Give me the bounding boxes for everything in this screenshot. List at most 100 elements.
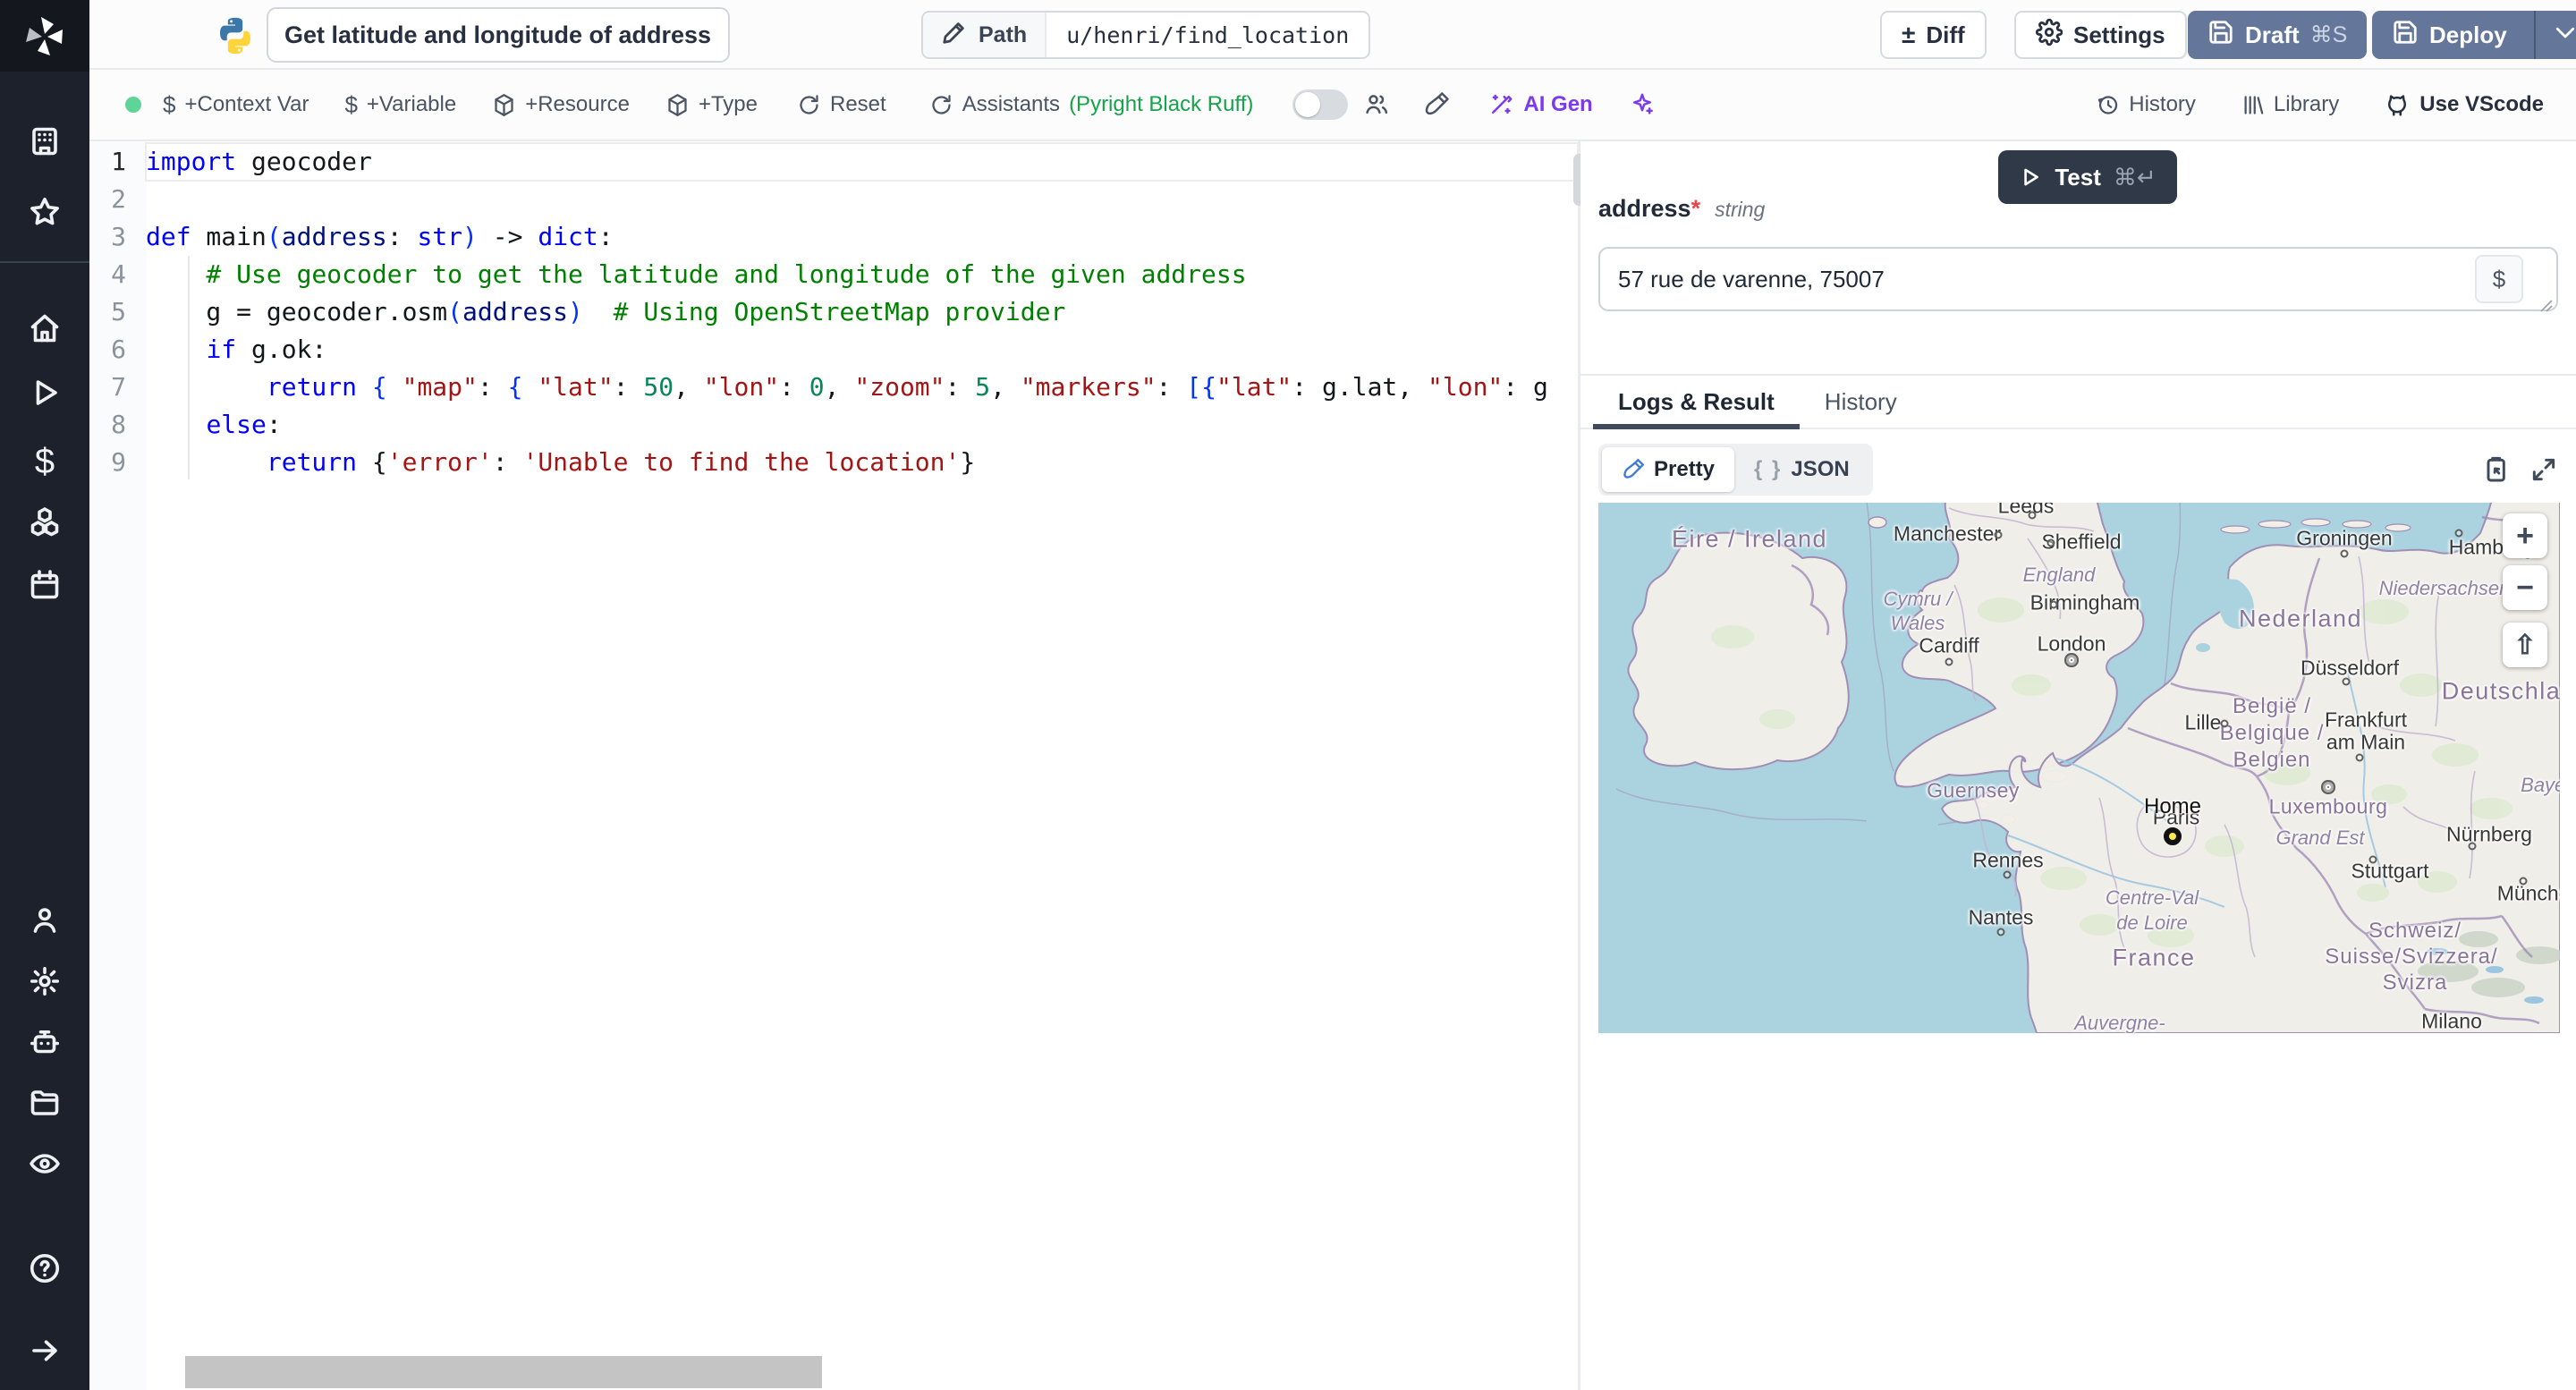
- path-edit-section[interactable]: Path: [923, 13, 1047, 57]
- multiplayer-toggle[interactable]: [1292, 89, 1349, 120]
- map-labels: Éire / Ireland Manchester Leeds Sheffield En…: [1598, 503, 2560, 1033]
- home-icon[interactable]: [0, 312, 89, 344]
- map-label: Niedersachsen: [2378, 577, 2511, 599]
- refresh-icon: [800, 94, 818, 114]
- copy-clipboard-icon[interactable]: [2481, 455, 2510, 484]
- map-marker[interactable]: [2164, 827, 2182, 845]
- refresh-icon: [932, 94, 951, 114]
- settings-button[interactable]: Settings: [2014, 11, 2187, 59]
- gear-icon: [2035, 18, 2063, 52]
- library-button[interactable]: Library: [2241, 92, 2339, 117]
- map-city-dot: [2003, 870, 2012, 879]
- path-label: Path: [979, 21, 1028, 47]
- code-line[interactable]: 7 return { "map": { "lat": 50, "lon": 0,…: [89, 369, 1578, 406]
- map-zoom-in-button[interactable]: +: [2503, 513, 2547, 558]
- argument-type: string: [1715, 198, 1766, 221]
- deploy-dropdown-button[interactable]: [2533, 11, 2576, 59]
- summary-input[interactable]: Get latitude and longitude of address: [267, 7, 730, 63]
- code-line[interactable]: 2: [89, 181, 1578, 218]
- insert-variable-button[interactable]: $: [2475, 255, 2523, 303]
- draft-button[interactable]: Draft ⌘S: [2188, 11, 2368, 59]
- map-label: Stuttgart: [2351, 859, 2429, 883]
- editor-code-lines[interactable]: 1 import geocoder 2 3 def main(address: str)…: [89, 142, 1578, 481]
- map-label: Belgien: [2233, 748, 2311, 772]
- help-question-icon[interactable]: [0, 1252, 89, 1284]
- favorites-star-icon[interactable]: [0, 196, 89, 228]
- plus-minus-icon: ±: [1902, 21, 1916, 48]
- users-person-icon[interactable]: [0, 904, 89, 937]
- argument-name: address: [1598, 195, 1691, 222]
- map-label: Nantes: [1968, 905, 2034, 929]
- history-button[interactable]: History: [2096, 92, 2196, 117]
- multiplayer-users-icon[interactable]: [1362, 91, 1389, 118]
- map-locate-button[interactable]: ⇧: [2503, 623, 2547, 667]
- folders-folder-icon[interactable]: [0, 1087, 89, 1119]
- resources-cubes-icon[interactable]: [0, 506, 89, 538]
- result-map[interactable]: Éire / Ireland Manchester Leeds Sheffield En…: [1598, 503, 2560, 1033]
- map-label: Frankfurt: [2324, 708, 2408, 732]
- map-label: Cymru /: [1883, 588, 1953, 610]
- code-line[interactable]: 4 # Use geocoder to get the latitude and…: [89, 256, 1578, 293]
- ai-gen-button[interactable]: AI Gen: [1487, 91, 1593, 118]
- schedules-calendar-icon[interactable]: [0, 569, 89, 601]
- tab-logs-result[interactable]: Logs & Result: [1593, 376, 1800, 429]
- map-city-dot: [2340, 549, 2349, 558]
- settings-gear-icon[interactable]: [0, 965, 89, 997]
- workers-robot-icon[interactable]: [0, 1026, 89, 1058]
- use-vscode-button[interactable]: Use VScode: [2384, 91, 2544, 118]
- code-line[interactable]: 5 g = geocoder.osm(address) # Using Open…: [89, 293, 1578, 331]
- collapse-arrow-icon[interactable]: [0, 1335, 89, 1367]
- add-variable-button[interactable]: $ +Variable: [344, 91, 456, 119]
- expand-fullscreen-icon[interactable]: [2529, 455, 2558, 484]
- package-icon: [668, 93, 687, 116]
- brush-icon: [1623, 458, 1645, 479]
- map-city-dot: [2049, 600, 2058, 609]
- code-line[interactable]: 6 if g.ok:: [89, 331, 1578, 369]
- code-line[interactable]: 9 return {'error': 'Unable to find the l…: [89, 444, 1578, 481]
- path-widget[interactable]: Path u/henri/find_location: [921, 11, 1371, 59]
- add-resource-button[interactable]: +Resource: [492, 92, 630, 117]
- save-icon: [2207, 19, 2234, 52]
- clock-history-icon: [2098, 95, 2118, 114]
- map-zoom-out-button[interactable]: −: [2503, 565, 2547, 610]
- audit-eye-icon[interactable]: [0, 1148, 89, 1180]
- resize-handle-icon[interactable]: [2539, 299, 2554, 313]
- assistants-button[interactable]: Assistants (Pyright Black Ruff): [929, 92, 1253, 117]
- test-button[interactable]: Test ⌘↵: [1998, 150, 2177, 204]
- add-context-var-button[interactable]: $ +Context Var: [163, 91, 309, 119]
- format-brush-icon[interactable]: [1423, 91, 1450, 118]
- test-shortcut: ⌘↵: [2113, 163, 2157, 191]
- tab-history[interactable]: History: [1800, 376, 1922, 428]
- workspace-building-icon[interactable]: [0, 125, 89, 157]
- code-line[interactable]: 8 else:: [89, 406, 1578, 444]
- run-panel: Test ⌘↵ address* string 57 rue de varenn…: [1578, 141, 2576, 1390]
- view-json-button[interactable]: { } JSON: [1734, 447, 1869, 492]
- map-city-dot: [1945, 657, 1953, 666]
- map-label: de Loire: [2116, 911, 2188, 934]
- chevron-down-icon: [2552, 19, 2576, 52]
- variables-dollar-icon[interactable]: $: [0, 442, 89, 482]
- draft-shortcut: ⌘S: [2309, 22, 2348, 47]
- editor-toolbar: $ +Context Var $ +Variable +Resource +Ty…: [89, 70, 2576, 141]
- runs-play-icon[interactable]: [0, 377, 89, 409]
- ai-sparkles-icon[interactable]: [1629, 91, 1656, 118]
- python-language-icon: [220, 17, 250, 55]
- code-line[interactable]: 1 import geocoder: [89, 142, 1578, 182]
- map-label: France: [2112, 944, 2196, 971]
- map-label: Rennes: [1972, 848, 2044, 872]
- reset-button[interactable]: Reset: [797, 92, 886, 117]
- sidebar-divider: [0, 261, 89, 263]
- code-editor[interactable]: 1 import geocoder 2 3 def main(address: str)…: [89, 141, 1578, 1390]
- diff-button[interactable]: ± Diff: [1880, 11, 1987, 59]
- horizontal-scrollbar[interactable]: [185, 1356, 822, 1388]
- windmill-logo[interactable]: [0, 0, 89, 72]
- map-city-dot: [1994, 530, 2003, 539]
- path-value[interactable]: u/henri/find_location: [1046, 13, 1368, 57]
- code-line[interactable]: 3 def main(address: str) -> dict:: [89, 218, 1578, 256]
- map-label: Schweiz/: [2368, 919, 2462, 943]
- deploy-button[interactable]: Deploy: [2372, 11, 2576, 59]
- view-pretty-button[interactable]: Pretty: [1602, 447, 1735, 492]
- address-input[interactable]: 57 rue de varenne, 75007: [1598, 247, 2558, 311]
- add-type-button[interactable]: +Type: [665, 92, 758, 117]
- map-label: Guernsey: [1927, 778, 2020, 802]
